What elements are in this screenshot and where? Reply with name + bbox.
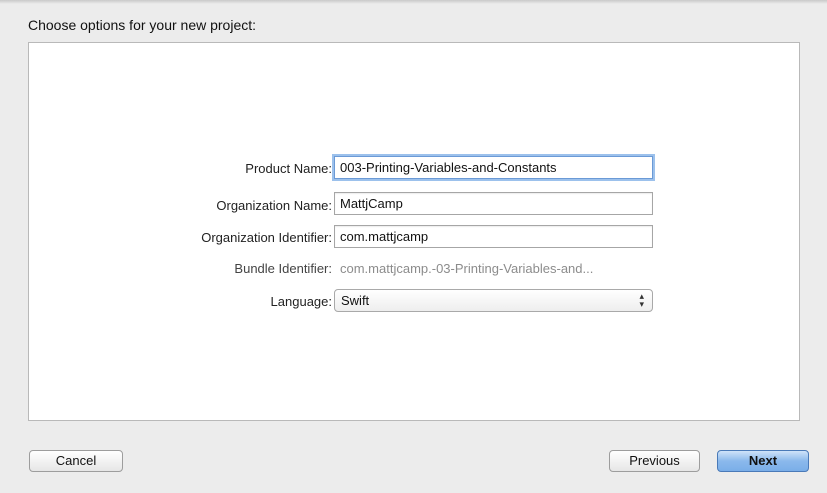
dialog-title: Choose options for your new project: [28, 17, 257, 33]
organization-identifier-label: Organization Identifier: [201, 230, 332, 245]
product-name-label: Product Name: [245, 161, 332, 176]
organization-name-label: Organization Name: [216, 198, 332, 213]
next-button[interactable]: Next [717, 450, 809, 472]
bundle-identifier-value: com.mattjcamp.-03-Printing-Variables-and… [340, 261, 594, 276]
bundle-identifier-label: Bundle Identifier: [234, 261, 332, 276]
up-down-arrows-icon: ▴ ▾ [639, 291, 644, 309]
cancel-button[interactable]: Cancel [29, 450, 123, 472]
language-select-value: Swift [341, 293, 370, 308]
language-select[interactable]: Swift ▴ ▾ [334, 289, 653, 312]
organization-name-field[interactable] [334, 192, 653, 215]
previous-button[interactable]: Previous [609, 450, 700, 472]
language-label: Language: [270, 294, 332, 309]
window-top-edge [0, 0, 827, 4]
product-name-field[interactable] [334, 156, 653, 179]
organization-identifier-field[interactable] [334, 225, 653, 248]
